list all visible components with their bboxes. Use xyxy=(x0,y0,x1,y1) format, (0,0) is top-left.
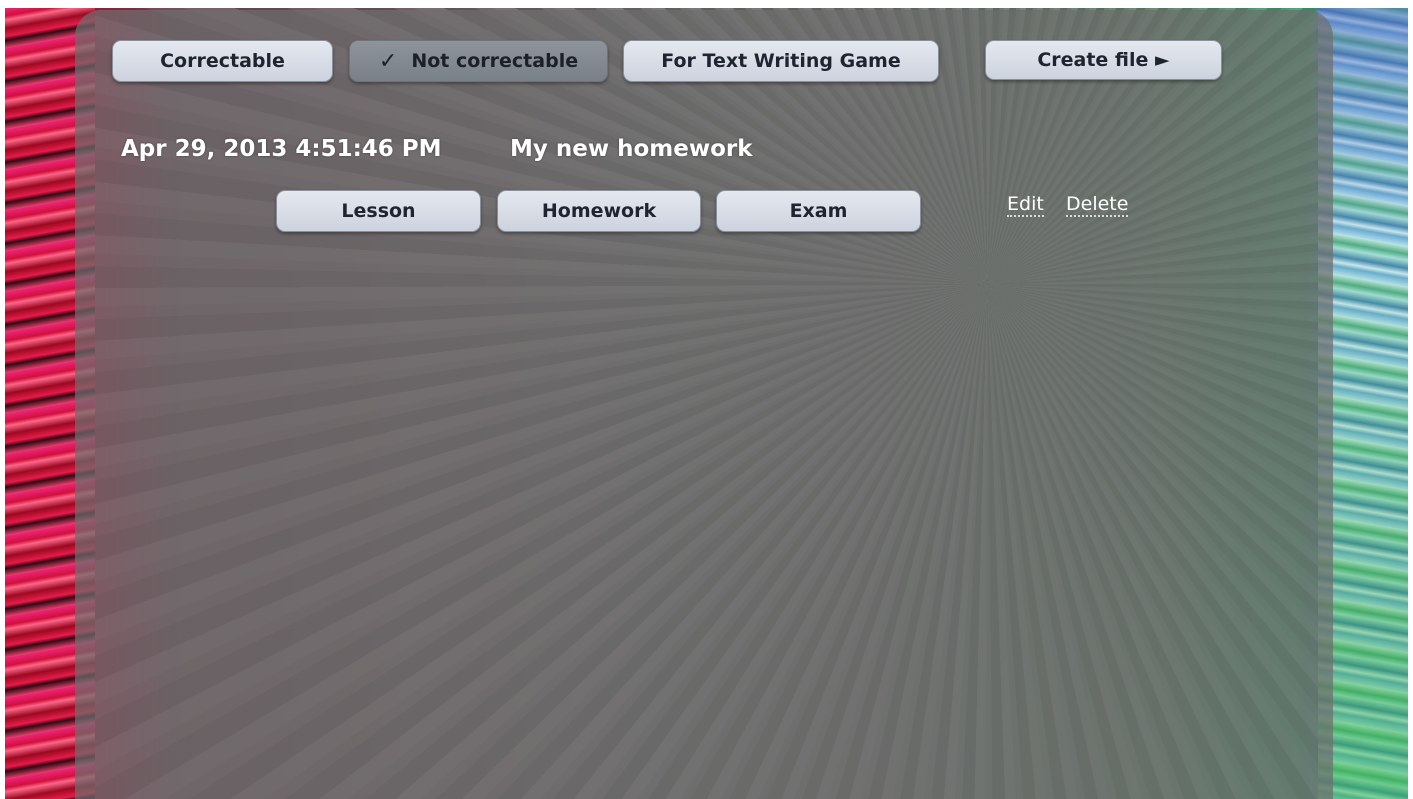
exam-label: Exam xyxy=(789,200,848,222)
exam-button[interactable]: Exam xyxy=(716,190,921,232)
create-file-button[interactable]: Create file ► xyxy=(985,40,1222,80)
lesson-button[interactable]: Lesson xyxy=(276,190,481,232)
homework-label: Homework xyxy=(541,200,657,222)
create-file-label: Create file ► xyxy=(1037,49,1170,71)
not-correctable-button[interactable]: ✓ Not correctable xyxy=(349,40,608,82)
text-writing-game-label: For Text Writing Game xyxy=(661,50,901,72)
homework-button[interactable]: Homework xyxy=(497,190,701,232)
lesson-label: Lesson xyxy=(341,200,416,222)
edit-link[interactable]: Edit xyxy=(1007,193,1044,217)
not-correctable-label: Not correctable xyxy=(411,50,579,72)
delete-link[interactable]: Delete xyxy=(1066,193,1129,217)
text-writing-game-button[interactable]: For Text Writing Game xyxy=(623,40,939,82)
correctable-label: Correctable xyxy=(160,50,285,72)
item-title: My new homework xyxy=(510,136,753,162)
correctable-button[interactable]: Correctable xyxy=(112,40,333,82)
content-panel xyxy=(75,10,1333,799)
checkmark-icon: ✓ xyxy=(378,48,398,74)
item-timestamp: Apr 29, 2013 4:51:46 PM xyxy=(121,136,442,162)
